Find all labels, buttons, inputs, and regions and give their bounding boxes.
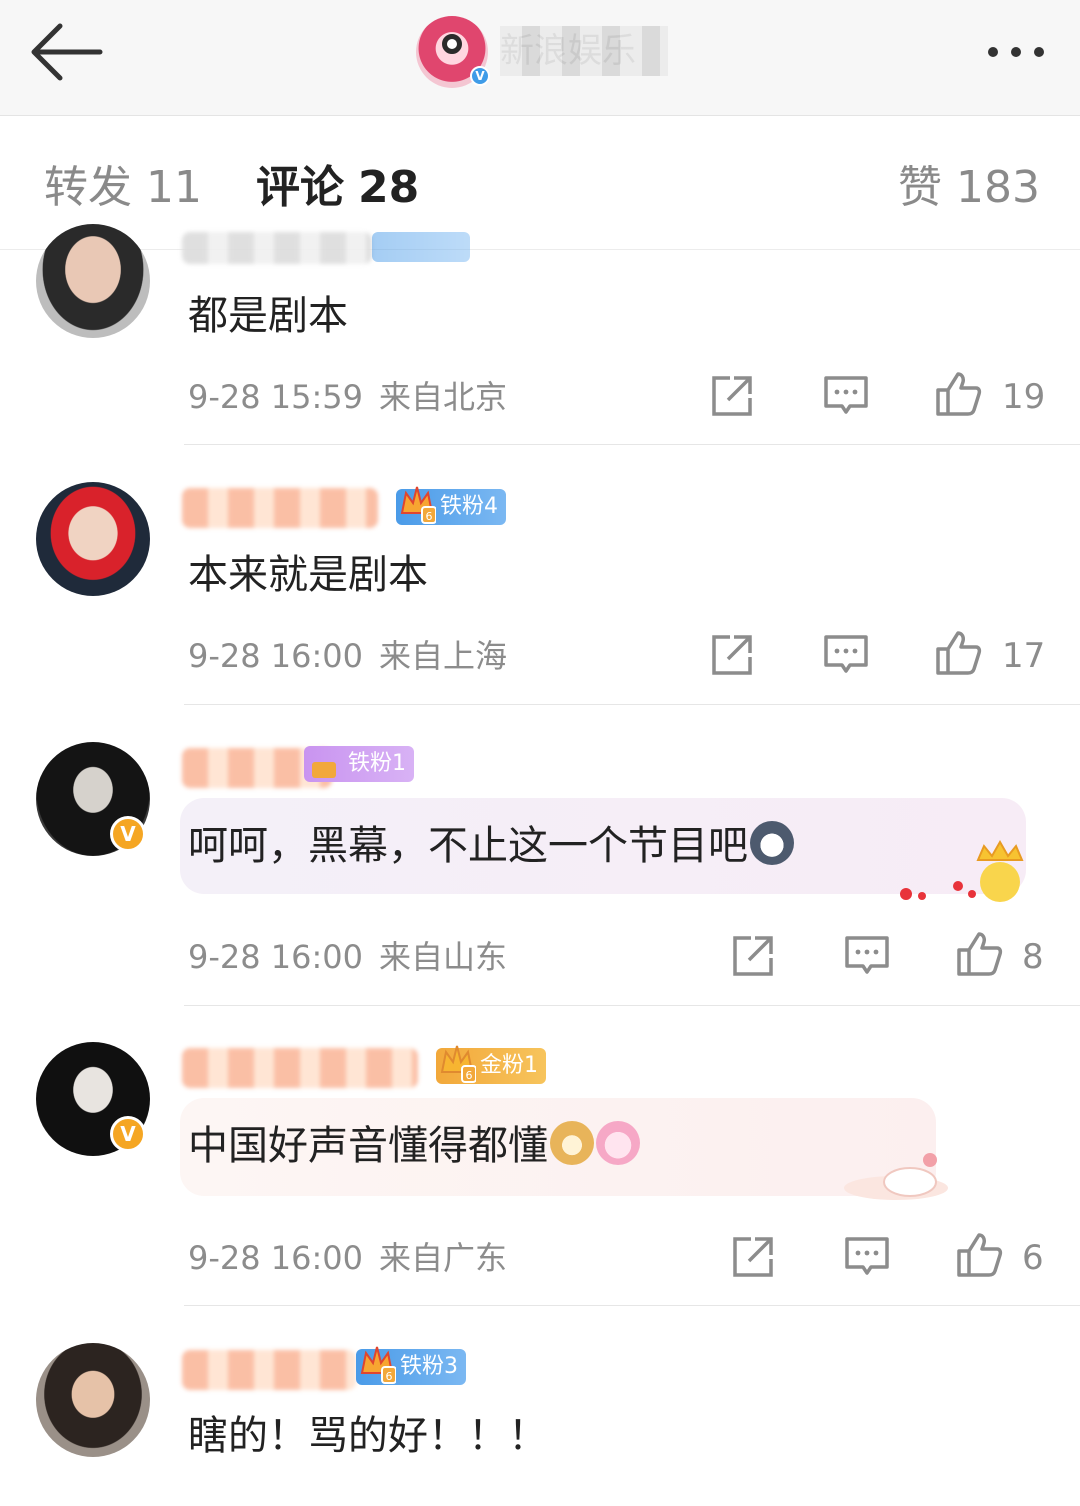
tab-likes[interactable]: 赞 183 xyxy=(898,160,1040,216)
fan-badge: 6 铁粉4 xyxy=(396,486,506,525)
fan-badge-label: 铁粉4 xyxy=(440,494,498,519)
tab-comments-count: 28 xyxy=(358,162,420,213)
tab-repost-label: 转发 xyxy=(44,162,132,213)
fan-crown-icon: 6 xyxy=(400,486,436,524)
reply-icon[interactable] xyxy=(822,631,870,679)
back-arrow-icon xyxy=(31,23,103,81)
comment-text: 都是剧本 xyxy=(188,293,348,339)
commenter-username[interactable] xyxy=(182,232,372,264)
like-count: 19 xyxy=(1002,377,1046,417)
svg-text:6: 6 xyxy=(426,510,433,523)
fan-badge: 6 铁粉3 xyxy=(356,1346,466,1385)
fan-crown-icon: 6 xyxy=(360,1346,396,1384)
doge-emoji-icon xyxy=(550,1121,594,1165)
comment-time: 9-28 16:00 xyxy=(188,637,364,675)
share-icon[interactable] xyxy=(708,631,756,679)
comment-meta: 9-28 15:59 来自北京 xyxy=(188,377,507,417)
share-icon[interactable] xyxy=(729,1233,777,1281)
fan-badge-label: 铁粉1 xyxy=(348,751,406,776)
reply-icon[interactable] xyxy=(843,1233,891,1281)
commenter-avatar[interactable] xyxy=(36,224,150,338)
verified-icon: V xyxy=(110,1116,146,1152)
fan-badge: 铁粉1 xyxy=(304,746,414,782)
husky-emoji-icon xyxy=(750,821,794,865)
tab-comments[interactable]: 评论 28 xyxy=(256,160,419,216)
comment-location: 来自上海 xyxy=(379,637,508,675)
svg-text:6: 6 xyxy=(466,1069,473,1082)
comment-time: 9-28 15:59 xyxy=(188,378,364,416)
commenter-username[interactable] xyxy=(182,1350,356,1390)
comment-divider xyxy=(184,704,1080,705)
svg-text:6: 6 xyxy=(386,1370,393,1383)
share-icon[interactable] xyxy=(729,932,777,980)
comment-location: 来自山东 xyxy=(379,938,508,976)
like-count: 6 xyxy=(1022,1238,1044,1278)
decorative-crown-sticker-icon xyxy=(900,839,1024,902)
like-count: 17 xyxy=(1002,636,1046,676)
like-icon[interactable] xyxy=(955,1231,1003,1279)
like-icon[interactable] xyxy=(934,370,982,418)
comment-text: 瞎的！骂的好！！！ xyxy=(188,1413,548,1459)
comment-divider xyxy=(184,1005,1080,1006)
fan-badge-label: 铁粉3 xyxy=(400,1354,458,1379)
comment-meta: 9-28 16:00 来自上海 xyxy=(188,636,507,676)
verified-icon: V xyxy=(470,66,490,86)
tab-likes-count: 183 xyxy=(956,162,1040,213)
fan-badge xyxy=(372,232,470,262)
tab-repost-count: 11 xyxy=(146,162,202,213)
tab-comments-label: 评论 xyxy=(256,162,344,213)
comment-location: 来自北京 xyxy=(379,378,508,416)
like-count: 8 xyxy=(1022,937,1044,977)
fan-crown-icon xyxy=(312,762,336,778)
comment-text: 呵呵，黑幕，不止这一个节目吧 xyxy=(188,818,794,874)
fan-badge: 6 金粉1 xyxy=(436,1045,546,1084)
commenter-username[interactable] xyxy=(182,488,378,528)
commenter-username[interactable] xyxy=(182,1048,418,1088)
comment-location: 来自广东 xyxy=(379,1239,508,1277)
verified-icon: V xyxy=(110,816,146,852)
share-icon[interactable] xyxy=(708,372,756,420)
comment-text: 本来就是剧本 xyxy=(188,552,428,598)
fan-badge-label: 金粉1 xyxy=(480,1053,538,1078)
comment-meta: 9-28 16:00 来自广东 xyxy=(188,1238,507,1278)
back-button[interactable] xyxy=(22,16,110,88)
top-nav-bar: V 新浪娱乐 xyxy=(0,0,1080,116)
comment-text: 中国好声音懂得都懂 xyxy=(188,1118,640,1174)
decorative-cat-sticker-icon xyxy=(844,1153,948,1200)
bunny-emoji-icon xyxy=(596,1121,640,1165)
tab-likes-label: 赞 xyxy=(898,162,943,213)
commenter-avatar[interactable] xyxy=(36,482,150,596)
fan-crown-icon: 6 xyxy=(440,1045,476,1083)
comment-time: 9-28 16:00 xyxy=(188,938,364,976)
more-button[interactable] xyxy=(974,22,1058,82)
like-icon[interactable] xyxy=(934,629,982,677)
reply-icon[interactable] xyxy=(822,372,870,420)
tab-repost[interactable]: 转发 11 xyxy=(44,160,202,216)
comment-divider xyxy=(184,1305,1080,1306)
comment-meta: 9-28 16:00 来自山东 xyxy=(188,937,507,977)
reply-icon[interactable] xyxy=(843,932,891,980)
comment-divider xyxy=(184,444,1080,445)
account-name[interactable]: 新浪娱乐 xyxy=(500,26,668,76)
tab-bar: 转发 11 评论 28 赞 183 xyxy=(0,116,1080,250)
commenter-avatar[interactable] xyxy=(36,1343,150,1457)
like-icon[interactable] xyxy=(955,930,1003,978)
more-dots-icon xyxy=(988,47,998,57)
comment-time: 9-28 16:00 xyxy=(188,1239,364,1277)
